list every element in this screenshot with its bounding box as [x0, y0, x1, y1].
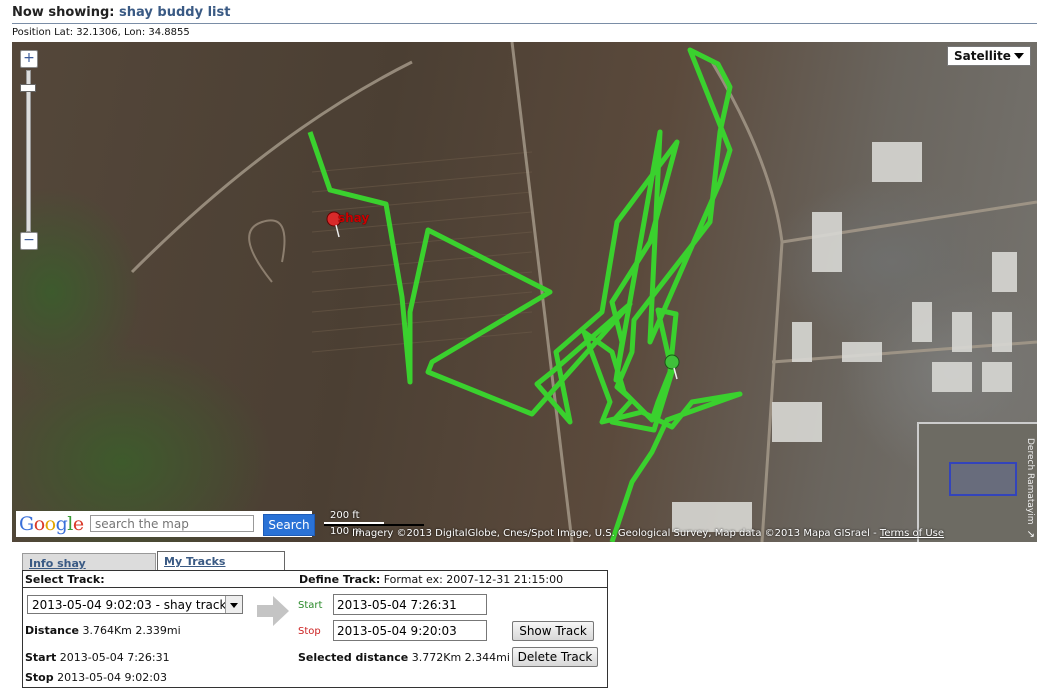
my-tracks-content: Select Track: Define Track: Format ex: 2… [22, 570, 608, 688]
map-search-input[interactable] [90, 515, 254, 532]
start-field-label: Start [298, 600, 323, 611]
terms-of-use-link[interactable]: Terms of Use [880, 528, 944, 539]
delete-track-button[interactable]: Delete Track [512, 647, 598, 667]
page-header: Now showing: shay buddy list [12, 5, 1037, 24]
zoom-in-button[interactable]: + [20, 50, 38, 68]
buddy-marker-label[interactable]: shay [338, 211, 369, 225]
map-imagery [130, 42, 1037, 542]
map-attribution: Imagery ©2013 DigitalGlobe, Cnes/Spot Im… [352, 528, 945, 539]
start-time-input[interactable] [333, 594, 487, 615]
select-track-label: Select Track: [25, 573, 105, 586]
zoom-out-button[interactable]: − [20, 232, 38, 250]
track-select[interactable]: 2013-05-04 9:02:03 - shay track [27, 595, 243, 614]
map-type-dropdown[interactable]: Satellite [947, 46, 1031, 66]
chevron-down-icon [225, 596, 242, 613]
position-readout: Position Lat: 32.1306, Lon: 34.8855 [12, 27, 190, 38]
google-logo: Google [19, 513, 84, 535]
tab-my-tracks[interactable]: My Tracks [157, 551, 285, 570]
overview-collapse-icon[interactable]: ↘ [1027, 529, 1035, 540]
overview-street-label: Derech Ramatayim [1025, 438, 1035, 525]
track-select-value: 2013-05-04 9:02:03 - shay track [32, 598, 227, 612]
zoom-slider-thumb[interactable] [20, 84, 36, 92]
define-track-header: Define Track: Format ex: 2007-12-31 21:1… [299, 573, 564, 586]
zoom-control: + − [18, 50, 38, 250]
show-track-button[interactable]: Show Track [512, 621, 594, 641]
stop-readout: Stop 2013-05-04 9:02:03 [25, 671, 167, 684]
stop-time-input[interactable] [333, 620, 487, 641]
track-panel: Info shay My Tracks Select Track: Define… [12, 548, 662, 688]
tab-info-shay[interactable]: Info shay [22, 553, 156, 570]
map-search-bar: Google Search [16, 511, 315, 537]
map-view[interactable]: shay + − Satellite Derech Ramatayim ↘ Go… [12, 42, 1037, 542]
start-readout: Start 2013-05-04 7:26:31 [25, 651, 170, 664]
overview-map[interactable]: Derech Ramatayim ↘ [917, 422, 1037, 542]
chevron-down-icon [1014, 53, 1024, 59]
zoom-slider[interactable] [26, 70, 31, 232]
distance-readout: Distance 3.764Km 2.339mi [25, 624, 181, 637]
format-hint: Format ex: 2007-12-31 21:15:00 [383, 573, 564, 586]
scale-feet: 200 ft [330, 510, 360, 521]
arrow-right-icon [257, 596, 289, 626]
stop-field-label: Stop [298, 626, 321, 637]
map-search-button[interactable]: Search [263, 514, 315, 536]
selected-distance-readout: Selected distance 3.772Km 2.344mi [298, 651, 510, 664]
header-prefix: Now showing: [12, 5, 115, 20]
map-type-label: Satellite [954, 49, 1011, 63]
buddy-list-name: shay buddy list [119, 5, 231, 20]
overview-viewport[interactable] [949, 462, 1017, 496]
